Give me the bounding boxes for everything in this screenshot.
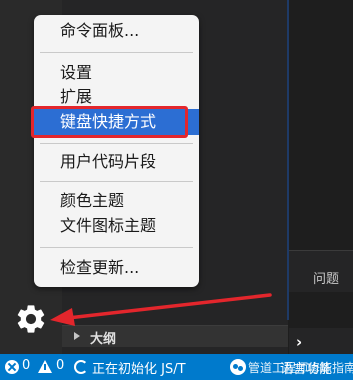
menu-item-command-palette[interactable]: 命令面板... — [60, 21, 139, 41]
tab-problems[interactable]: 问题 — [313, 268, 339, 287]
menu-item-check-updates[interactable]: 检查更新... — [60, 258, 139, 278]
gear-icon[interactable] — [14, 302, 48, 336]
outline-label: 大纲 — [90, 332, 117, 347]
menu-item-extensions[interactable]: 扩展 — [60, 87, 92, 107]
error-count[interactable]: 0 — [22, 358, 30, 373]
menu-separator — [40, 52, 193, 53]
menu-item-settings[interactable]: 设置 — [60, 63, 92, 83]
annotation-highlight-box — [31, 106, 188, 138]
warning-icon[interactable] — [38, 360, 52, 373]
status-bar: 0 0 正在初始化 JS/T 语言功能 管道工程师修炼指南 — [0, 354, 353, 380]
menu-separator — [40, 181, 193, 182]
chevron-right-icon[interactable]: › — [296, 333, 302, 351]
annotation-arrow — [50, 293, 272, 326]
error-icon[interactable] — [5, 360, 19, 374]
manage-context-menu: 命令面板... 设置 扩展 键盘快捷方式 用户代码片段 颜色主题 文件图标主题 … — [34, 15, 199, 287]
menu-separator — [40, 143, 193, 144]
status-progress-text[interactable]: 正在初始化 JS/T — [92, 358, 186, 377]
menu-item-file-icon-theme[interactable]: 文件图标主题 — [60, 216, 156, 236]
chevron-right-small-icon — [74, 332, 80, 340]
menu-item-user-snippets[interactable]: 用户代码片段 — [60, 152, 156, 172]
editor-area — [289, 0, 353, 250]
sync-spinner-icon — [74, 360, 88, 374]
watermark-logo-icon — [230, 359, 246, 375]
menu-separator — [40, 247, 193, 248]
menu-item-color-theme[interactable]: 颜色主题 — [60, 191, 124, 211]
watermark-text: 管道工程师修炼指南 — [248, 361, 353, 375]
warning-count[interactable]: 0 — [56, 358, 64, 373]
panel-content — [289, 292, 353, 328]
